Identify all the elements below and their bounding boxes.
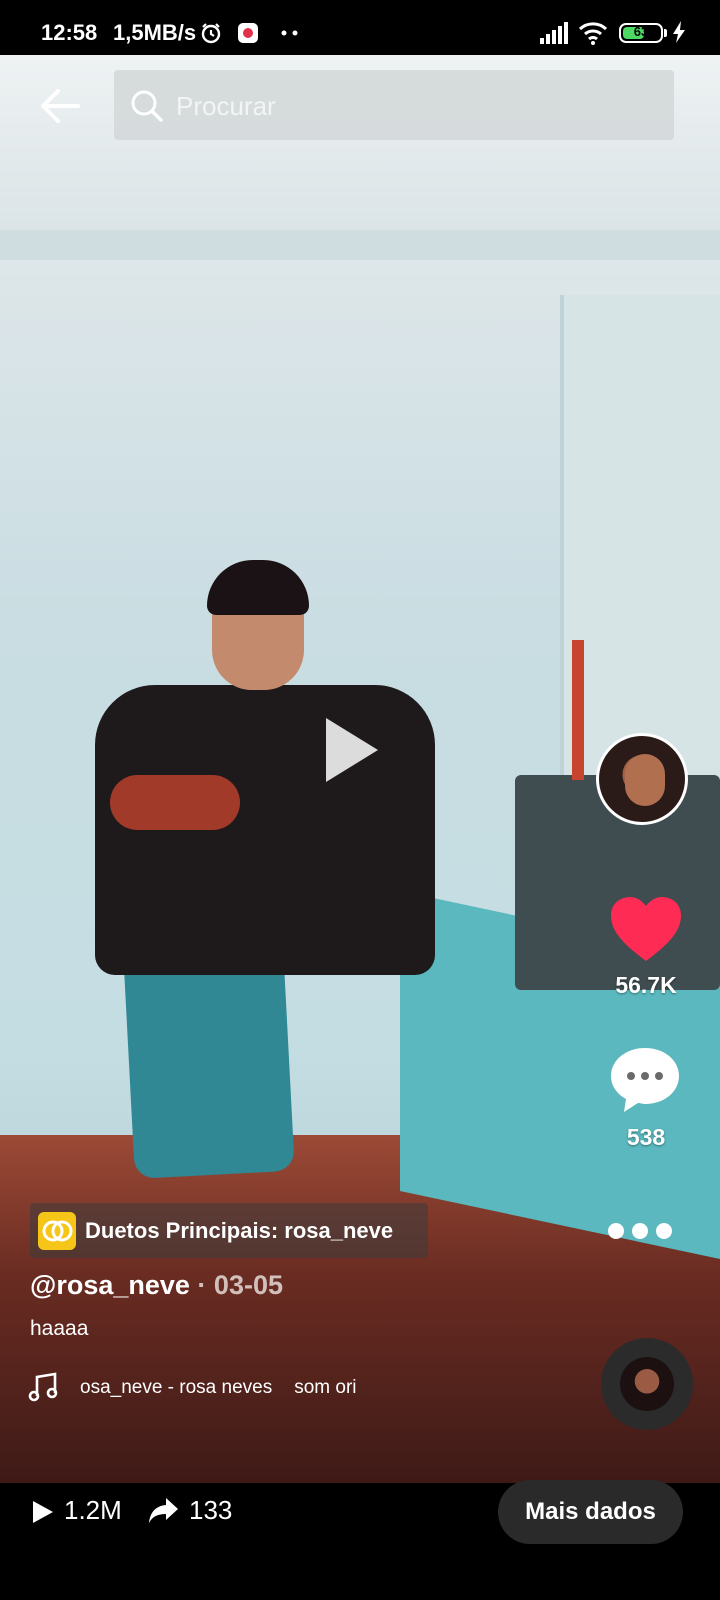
app-notification-icon <box>237 22 259 50</box>
back-button[interactable] <box>38 84 82 128</box>
more-dot <box>656 1223 672 1239</box>
post-caption: haaaa <box>30 1317 89 1340</box>
more-options-button[interactable] <box>608 1218 684 1244</box>
duet-badge[interactable]: Duetos Principais: rosa_neve <box>30 1203 428 1258</box>
charging-icon <box>672 21 686 49</box>
more-dot <box>608 1223 624 1239</box>
play-icon[interactable] <box>326 718 378 782</box>
video-person <box>95 685 435 975</box>
play-count: 1.2M <box>64 1495 122 1525</box>
author-username[interactable]: @rosa_neve <box>30 1270 190 1300</box>
comment-icon <box>611 1048 679 1112</box>
status-time: 12:58 <box>41 20 98 45</box>
author-line: @rosa_neve · 03-05 <box>30 1270 283 1301</box>
search-input[interactable] <box>174 70 658 142</box>
more-data-button[interactable]: Mais dados <box>498 1480 683 1544</box>
video-person <box>207 560 309 615</box>
post-date: 03-05 <box>213 1270 283 1300</box>
date-separator: · <box>189 1270 214 1300</box>
duet-label: Duetos Principais: rosa_neve <box>85 1217 394 1243</box>
music-title-text: osa_neve - rosa neves <box>80 1377 273 1398</box>
battery-icon: 63 <box>619 23 663 43</box>
video-background <box>0 230 720 260</box>
more-dot <box>632 1223 648 1239</box>
share-icon <box>148 1496 180 1529</box>
alarm-icon <box>200 22 222 50</box>
creator-avatar[interactable] <box>596 733 688 825</box>
music-note-icon <box>28 1372 58 1407</box>
comment-count: 538 <box>626 1124 666 1150</box>
music-title-text-2: som ori <box>294 1377 357 1398</box>
avatar-face <box>625 754 665 806</box>
music-disc-avatar <box>620 1357 674 1411</box>
back-arrow-icon <box>41 89 80 123</box>
comment-button[interactable] <box>609 1046 681 1114</box>
search-bar[interactable] <box>114 70 674 142</box>
music-title[interactable]: osa_neve - rosa neves som ori <box>80 1377 382 1399</box>
status-network-speed: 1,5MB/s <box>113 20 197 45</box>
share-count: 133 <box>189 1495 233 1525</box>
signal-icon <box>540 22 568 50</box>
video-object <box>572 640 584 780</box>
status-bar: 12:58 1,5MB/s 63 <box>0 0 720 55</box>
music-disc-button[interactable] <box>601 1338 693 1430</box>
more-dots-icon <box>280 18 300 44</box>
video-person <box>110 775 240 830</box>
search-icon <box>130 89 164 128</box>
like-count: 56.7K <box>615 972 677 998</box>
battery-tip <box>664 29 667 37</box>
play-count-icon <box>31 1499 55 1530</box>
duet-icon <box>38 1211 76 1250</box>
wifi-icon <box>578 21 608 51</box>
like-button[interactable] <box>609 895 683 965</box>
heart-icon <box>611 897 681 961</box>
battery-level: 63 <box>633 24 649 39</box>
